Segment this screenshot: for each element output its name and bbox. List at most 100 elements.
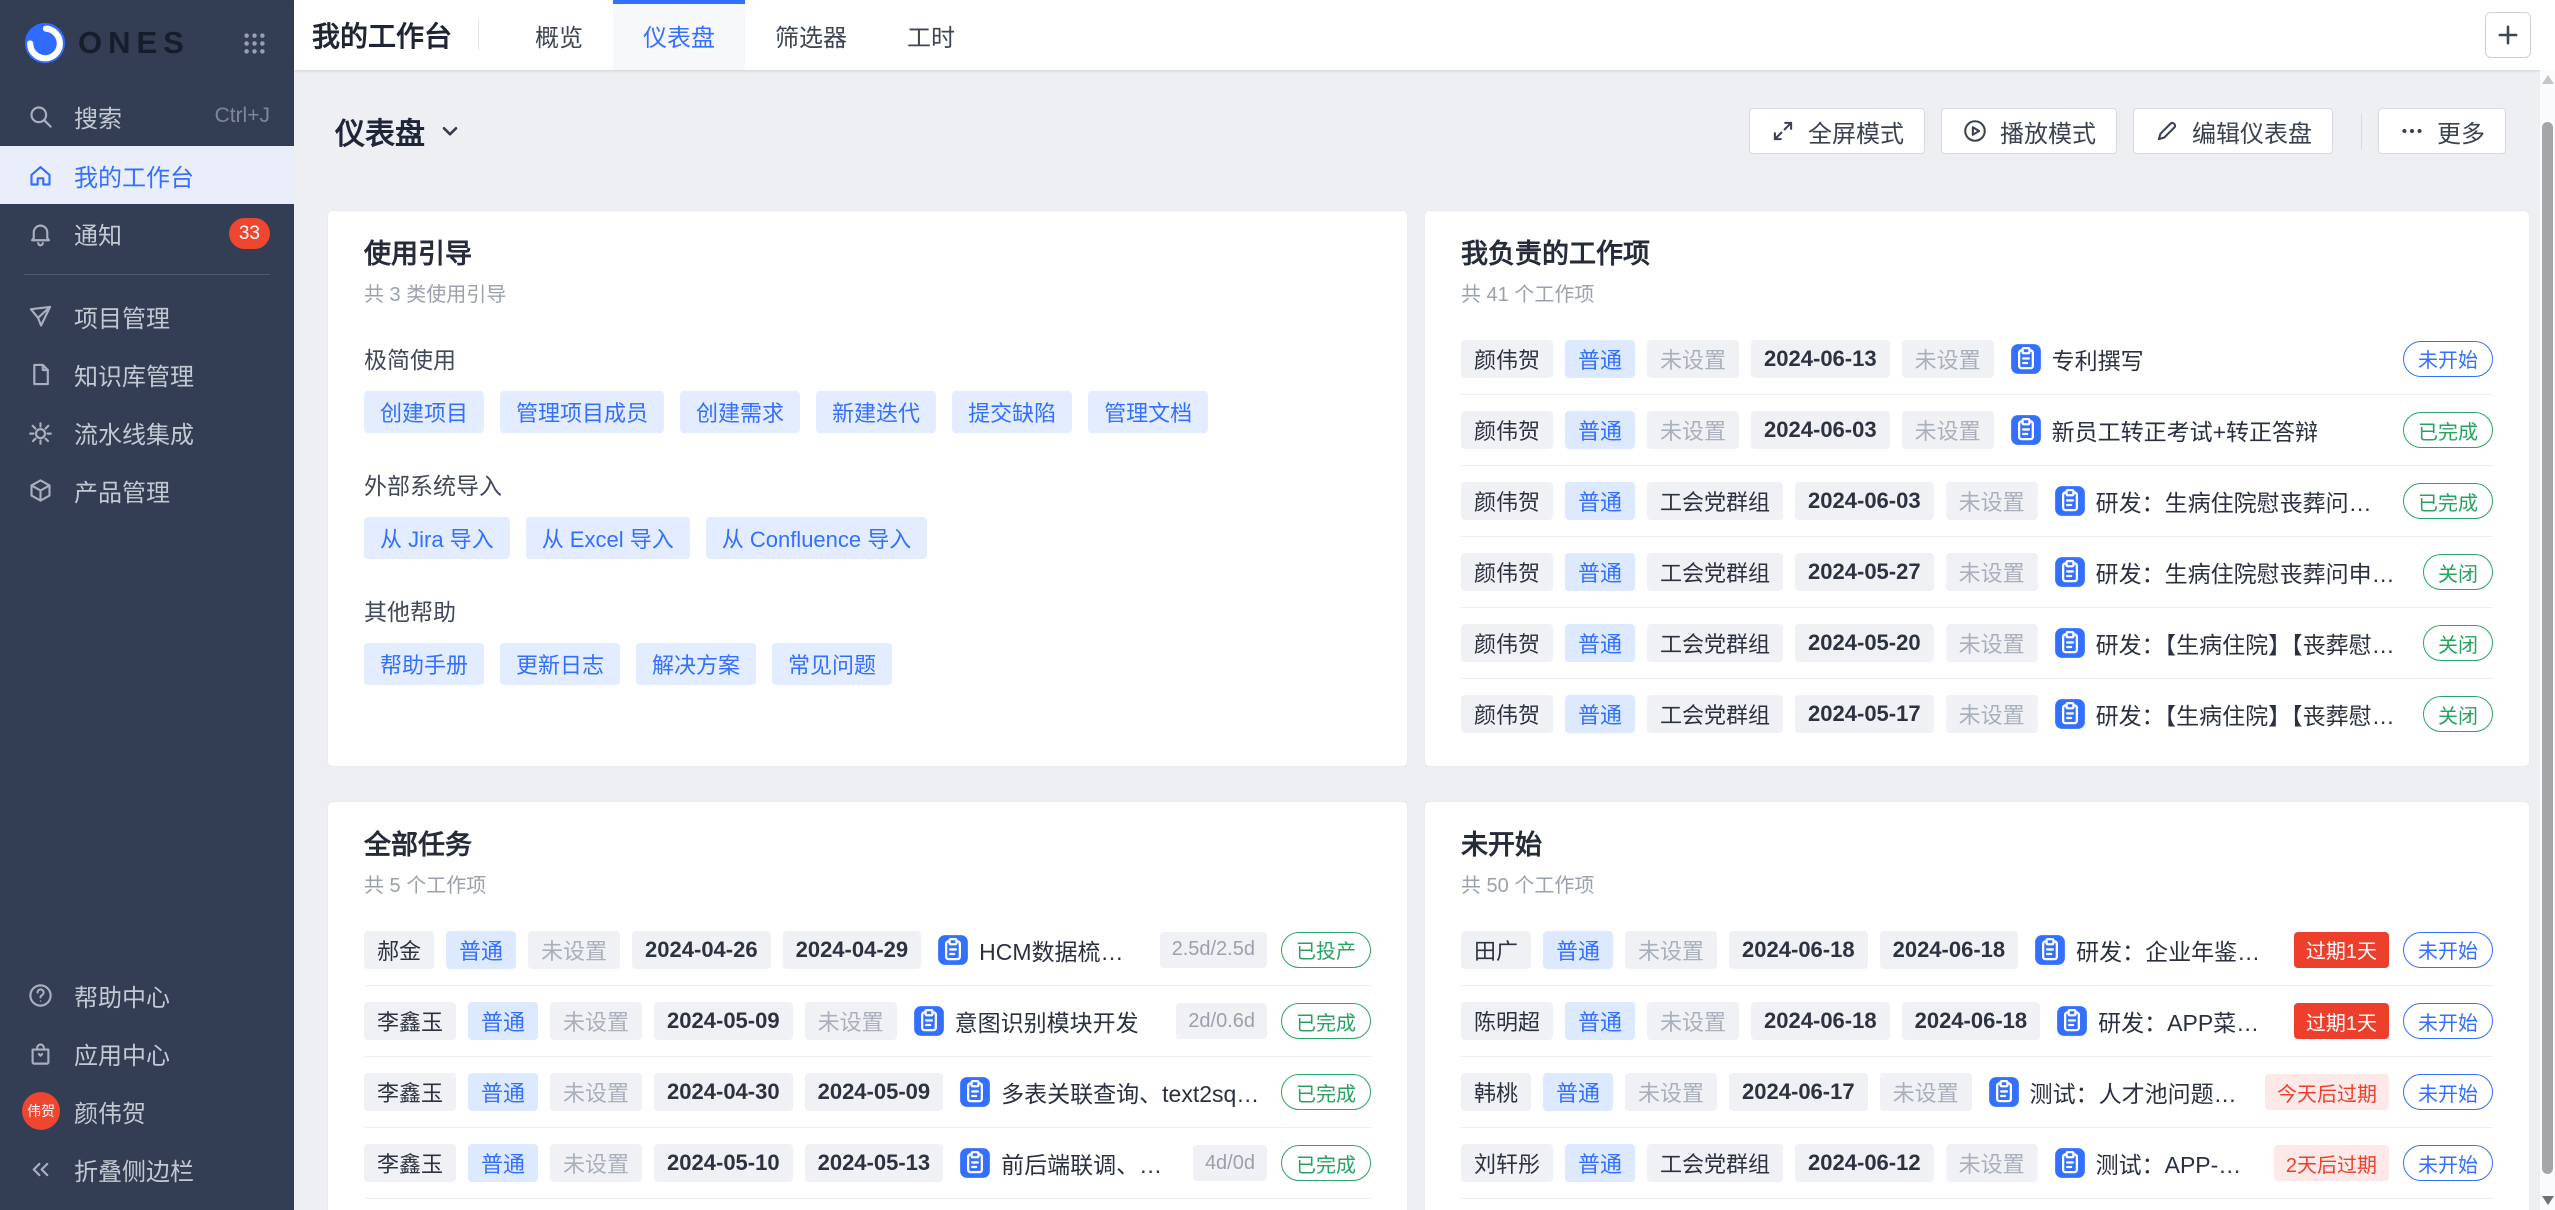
scrollbar-thumb[interactable]	[2542, 122, 2553, 1174]
add-tab-button[interactable]	[2485, 12, 2531, 58]
sidebar-item-pipeline-integration[interactable]: 流水线集成	[0, 403, 294, 461]
time-tracking-chip: 2d/0.6d	[1176, 1003, 1267, 1039]
status-badge[interactable]: 未开始	[2403, 932, 2493, 968]
guide-link-chip[interactable]: 常见问题	[772, 643, 892, 685]
status-badge[interactable]: 已完成	[2403, 483, 2493, 519]
guide-link-chip[interactable]: 从 Confluence 导入	[706, 517, 928, 559]
guide-link-chip[interactable]: 新建迭代	[816, 391, 936, 433]
status-badge[interactable]: 关闭	[2423, 696, 2493, 732]
guide-link-chip[interactable]: 从 Excel 导入	[526, 517, 690, 559]
status-badge[interactable]: 未开始	[2403, 1003, 2493, 1039]
gear-icon	[27, 419, 54, 446]
button-label: 全屏模式	[1808, 114, 1904, 149]
guide-link-chip[interactable]: 创建项目	[364, 391, 484, 433]
work-item-row[interactable]: 李鑫玉普通未设置2024-05-102024-05-13前后端联调、测试、bug…	[364, 1127, 1371, 1198]
work-item-row[interactable]: 颜伟贺普通未设置2024-06-13未设置专利撰写未开始	[1461, 323, 2493, 394]
work-item-row[interactable]: 李鑫玉普通未设置2024-04-302024-05-09多表关联查询、text2…	[364, 1056, 1371, 1127]
sidebar-item-help-center[interactable]: 帮助中心	[0, 966, 294, 1024]
dashboard-content: 仪表盘 全屏模式播放模式编辑仪表盘更多 使用引导共 3 类使用引导极简使用创建项…	[294, 70, 2555, 1210]
work-item-title[interactable]: 研发：APP菜单分块展示研发中…	[2098, 1004, 2276, 1038]
scrollbar-up-arrow[interactable]	[2542, 75, 2554, 84]
work-item-row[interactable]: 陈明超普通未设置2024-06-182024-06-18研发：APP菜单分块展示…	[1461, 985, 2493, 1056]
scrollbar-down-arrow[interactable]	[2542, 1196, 2554, 1205]
guide-link-chip[interactable]: 管理项目成员	[500, 391, 664, 433]
work-item-title[interactable]: HCM数据梳理、测试数据整理	[979, 933, 1141, 967]
work-item-row[interactable]: 李鑫玉普通未设置2024-05-09未设置意图识别模块开发2d/0.6d已完成	[364, 985, 1371, 1056]
work-item-title[interactable]: 前后端联调、测试、bug优化	[1001, 1146, 1175, 1180]
group-chip: 未设置	[1647, 411, 1739, 449]
tab-dashboard[interactable]: 仪表盘	[613, 0, 745, 70]
priority-chip: 普通	[1543, 931, 1613, 969]
status-badge[interactable]: 未开始	[2403, 1145, 2493, 1181]
work-item-title[interactable]: 研发：【生病住院】【丧葬慰问】后端研发	[2096, 697, 2405, 731]
work-item-row[interactable]: 郝金普通未设置2024-04-292024-05-10前端页面开发、接口对接关闭	[364, 1198, 1371, 1210]
work-item-title[interactable]: 意图识别模块开发	[955, 1004, 1159, 1038]
guide-link-chip[interactable]: 管理文档	[1088, 391, 1208, 433]
notification-badge: 33	[229, 218, 270, 249]
work-item-row[interactable]: 郝金普通未设置2024-04-262024-04-29HCM数据梳理、测试数据整…	[364, 914, 1371, 985]
tab-timesheet[interactable]: 工时	[877, 0, 985, 70]
work-item-title[interactable]: 专利撰写	[2052, 342, 2385, 376]
guide-link-chip[interactable]: 从 Jira 导入	[364, 517, 510, 559]
work-item-title[interactable]: 测试：人才池问题修复	[2030, 1075, 2247, 1109]
apps-grid-icon[interactable]	[241, 30, 268, 57]
guide-link-chip[interactable]: 创建需求	[680, 391, 800, 433]
status-badge[interactable]: 已完成	[1281, 1003, 1371, 1039]
sidebar-item-product-management[interactable]: 产品管理	[0, 461, 294, 519]
group-chip: 未设置	[1647, 340, 1739, 378]
end-date-chip: 未设置	[1946, 482, 2038, 520]
guide-link-chip[interactable]: 解决方案	[636, 643, 756, 685]
button-label: 编辑仪表盘	[2192, 114, 2312, 149]
work-item-row[interactable]: 颜伟贺普通工会党群组2024-05-17未设置研发：【生病住院】【丧葬慰问】后端…	[1461, 678, 2493, 749]
tab-filters[interactable]: 筛选器	[745, 0, 877, 70]
work-item-row[interactable]: 颜伟贺普通工会党群组2024-05-27未设置研发：生病住院慰丧葬问申请和红娘奖…	[1461, 536, 2493, 607]
fullscreen-mode-button[interactable]: 全屏模式	[1749, 108, 1925, 154]
status-badge[interactable]: 关闭	[2423, 625, 2493, 661]
search-button[interactable]: 搜索 Ctrl+J	[0, 86, 294, 146]
work-item-title[interactable]: 研发：企业年鉴权限修改	[2076, 933, 2276, 967]
work-item-title[interactable]: 研发：【生病住院】【丧葬慰问】【红娘奖】	[2096, 626, 2405, 660]
sidebar-item-app-center[interactable]: 应用中心	[0, 1024, 294, 1082]
work-item-title[interactable]: 多表关联查询、text2sql优化	[1001, 1075, 1263, 1109]
sidebar-item-my-workspace[interactable]: 我的工作台	[0, 146, 294, 204]
edit-icon	[2154, 118, 2180, 144]
tab-overview[interactable]: 概览	[505, 0, 613, 70]
guide-link-chip[interactable]: 提交缺陷	[952, 391, 1072, 433]
guide-link-chip[interactable]: 帮助手册	[364, 643, 484, 685]
priority-chip: 普通	[468, 1073, 538, 1111]
status-badge[interactable]: 未开始	[2403, 1074, 2493, 1110]
work-item-row[interactable]: 刘轩彤普通工会党群组2024-06-12未设置测试：APP-》工惠e家-》工会……	[1461, 1127, 2493, 1198]
edit-mode-button[interactable]: 编辑仪表盘	[2133, 108, 2333, 154]
sidebar-item-notifications[interactable]: 通知33	[0, 204, 294, 262]
work-item-row[interactable]: 颜伟贺普通未设置2024-06-03未设置新员工转正考试+转正答辩已完成	[1461, 394, 2493, 465]
work-item-row[interactable]: 田广普通未设置2024-06-182024-06-18研发：企业年鉴权限修改过期…	[1461, 914, 2493, 985]
status-badge[interactable]: 已完成	[1281, 1145, 1371, 1181]
status-badge[interactable]: 未开始	[2403, 341, 2493, 377]
status-badge[interactable]: 关闭	[2423, 554, 2493, 590]
work-item-row[interactable]: 颜伟贺普通工会党群组2024-05-20未设置研发：【生病住院】【丧葬慰问】【红…	[1461, 607, 2493, 678]
sidebar-item-project-management[interactable]: 项目管理	[0, 287, 294, 345]
status-badge[interactable]: 已投产	[1281, 932, 1371, 968]
more-button[interactable]: 更多	[2378, 108, 2506, 154]
guide-link-chip[interactable]: 更新日志	[500, 643, 620, 685]
sidebar-item-user-profile[interactable]: 伟贺颜伟贺	[0, 1082, 294, 1140]
play-mode-button[interactable]: 播放模式	[1941, 108, 2117, 154]
assignee-chip: 郝金	[364, 931, 434, 969]
status-badge[interactable]: 已完成	[2403, 412, 2493, 448]
work-item-row[interactable]: 刘轩彤普通工会党群组2024-06-13未设置测试：工会管理-》工惠e家-》…2…	[1461, 1198, 2493, 1210]
workitem-icon	[2054, 556, 2086, 588]
sidebar-item-collapse-sidebar[interactable]: 折叠侧边栏	[0, 1140, 294, 1198]
work-item-title[interactable]: 研发：生病住院慰丧葬问申请和红娘奖申请审…	[2096, 555, 2405, 589]
end-date-chip: 2024-05-13	[805, 1144, 944, 1182]
work-item-title[interactable]: 测试：APP-》工惠e家-》工会…	[2096, 1146, 2256, 1180]
work-item-title[interactable]: 新员工转正考试+转正答辩	[2052, 413, 2385, 447]
dashboard-title-dropdown[interactable]: 仪表盘	[335, 109, 463, 153]
sidebar-item-wiki-management[interactable]: 知识库管理	[0, 345, 294, 403]
work-item-title[interactable]: 研发：生病住院慰丧葬问申请和红娘奖申请…	[2096, 484, 2385, 518]
status-badge[interactable]: 已完成	[1281, 1074, 1371, 1110]
priority-chip: 普通	[1543, 1073, 1613, 1111]
scrollbar[interactable]	[2539, 70, 2555, 1210]
guide-section-label: 其他帮助	[364, 593, 1371, 627]
work-item-row[interactable]: 颜伟贺普通工会党群组2024-06-03未设置研发：生病住院慰丧葬问申请和红娘奖…	[1461, 465, 2493, 536]
work-item-row[interactable]: 韩桃普通未设置2024-06-17未设置测试：人才池问题修复今天后过期未开始	[1461, 1056, 2493, 1127]
